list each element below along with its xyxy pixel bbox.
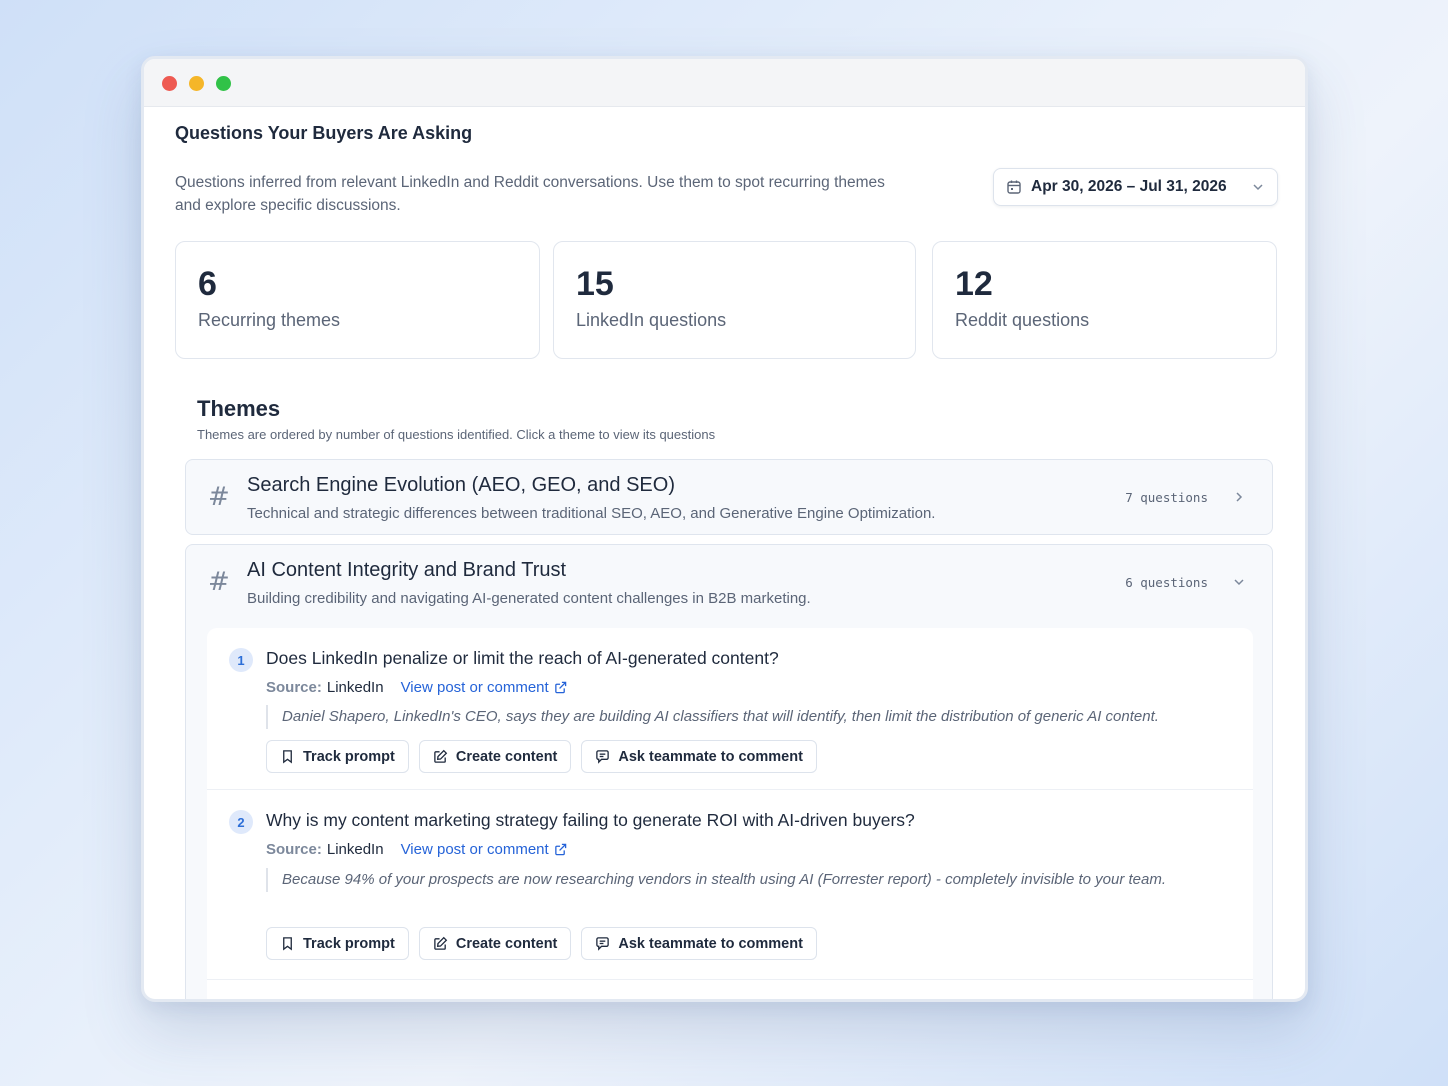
question-text: Why is my content marketing strategy fai… (266, 810, 915, 830)
question-text: Does LinkedIn penalize or limit the reac… (266, 648, 779, 668)
question-item: 2 Why is my content marketing strategy f… (207, 790, 1253, 980)
source-name: LinkedIn (326, 841, 384, 858)
theme-card[interactable]: # Search Engine Evolution (AEO, GEO, and… (185, 459, 1273, 535)
stat-label: LinkedIn questions (576, 310, 727, 330)
date-range-picker[interactable]: Apr 30, 2026 – Jul 31, 2026 (993, 168, 1278, 206)
stat-value: 6 (198, 265, 217, 303)
external-link-icon (554, 681, 566, 694)
question-actions: Track prompt Create content Ask teammate… (266, 740, 817, 773)
stat-label: Recurring themes (198, 310, 341, 330)
view-post-link[interactable]: View post or comment (401, 841, 567, 858)
hash-icon: # (208, 567, 230, 597)
hash-icon: # (208, 482, 230, 512)
external-link-icon (554, 843, 566, 856)
theme-title: Search Engine Evolution (AEO, GEO, and S… (247, 474, 675, 496)
ask-teammate-button[interactable]: Ask teammate to comment (581, 927, 817, 960)
theme-question-count: 7 questions (1125, 490, 1208, 505)
bookmark-icon (283, 937, 292, 951)
create-content-label: Create content (455, 748, 558, 765)
ask-teammate-button[interactable]: Ask teammate to comment (581, 740, 817, 773)
question-quote: Daniel Shapero, LinkedIn's CEO, says the… (266, 705, 1206, 729)
stat-value: 15 (576, 265, 614, 303)
stat-card-themes: 6 Recurring themes (175, 241, 540, 359)
view-post-label: View post or comment (400, 841, 549, 858)
theme-description: Building credibility and navigating AI-g… (247, 590, 811, 607)
stat-card-linkedin: 15 LinkedIn questions (553, 241, 916, 359)
theme-title: AI Content Integrity and Brand Trust (247, 559, 567, 581)
stat-value: 12 (955, 265, 993, 303)
question-quote: Because 94% of your prospects are now re… (266, 868, 1206, 892)
themes-heading: Themes (197, 396, 281, 421)
theme-header[interactable]: # Search Engine Evolution (AEO, GEO, and… (186, 460, 1272, 536)
page-content: Questions Your Buyers Are Asking Questio… (144, 107, 1305, 999)
question-source: Source: LinkedIn View post or comment (266, 679, 567, 696)
track-prompt-label: Track prompt (303, 748, 395, 765)
theme-description: Technical and strategic differences betw… (247, 505, 936, 522)
comment-icon (596, 937, 610, 951)
ask-teammate-label: Ask teammate to comment (618, 748, 803, 765)
theme-card[interactable]: # AI Content Integrity and Brand Trust B… (185, 544, 1273, 999)
view-post-label: View post or comment (400, 679, 549, 696)
stat-label: Reddit questions (955, 310, 1090, 330)
question-list: 1 Does LinkedIn penalize or limit the re… (207, 628, 1253, 999)
track-prompt-button[interactable]: Track prompt (266, 740, 409, 773)
chevron-down-icon (1251, 180, 1265, 194)
stat-card-reddit: 12 Reddit questions (932, 241, 1277, 359)
ask-teammate-label: Ask teammate to comment (618, 935, 803, 952)
chevron-down-icon[interactable] (1232, 575, 1246, 589)
question-number: 1 (229, 648, 253, 672)
close-window-button[interactable] (162, 76, 177, 91)
page-description: Questions inferred from relevant LinkedI… (175, 174, 885, 214)
minimize-window-button[interactable] (189, 76, 204, 91)
themes-subheading: Themes are ordered by number of question… (197, 427, 716, 442)
source-label: Source: (266, 679, 322, 696)
theme-header[interactable]: # AI Content Integrity and Brand Trust B… (186, 545, 1272, 621)
calendar-icon (1006, 179, 1022, 195)
window-titlebar (144, 59, 1305, 107)
maximize-window-button[interactable] (216, 76, 231, 91)
edit-icon (434, 936, 448, 950)
theme-question-count: 6 questions (1125, 575, 1208, 590)
question-number: 2 (229, 810, 253, 834)
app-window: Questions Your Buyers Are Asking Questio… (141, 56, 1308, 1002)
chevron-right-icon[interactable] (1232, 490, 1246, 504)
page-title: Questions Your Buyers Are Asking (175, 123, 473, 143)
source-label: Source: (266, 841, 322, 858)
create-content-label: Create content (455, 935, 558, 952)
view-post-link[interactable]: View post or comment (401, 679, 567, 696)
bookmark-icon (283, 750, 292, 764)
date-range-value: Apr 30, 2026 – Jul 31, 2026 (1031, 178, 1227, 195)
create-content-button[interactable]: Create content (418, 740, 572, 773)
comment-icon (596, 750, 610, 764)
question-source: Source: LinkedIn View post or comment (266, 841, 567, 858)
edit-icon (434, 749, 448, 763)
question-item: 1 Does LinkedIn penalize or limit the re… (207, 628, 1253, 790)
source-name: LinkedIn (326, 679, 384, 696)
create-content-button[interactable]: Create content (418, 927, 572, 960)
track-prompt-button[interactable]: Track prompt (266, 927, 409, 960)
track-prompt-label: Track prompt (303, 935, 395, 952)
question-actions: Track prompt Create content Ask teammate… (266, 927, 817, 960)
